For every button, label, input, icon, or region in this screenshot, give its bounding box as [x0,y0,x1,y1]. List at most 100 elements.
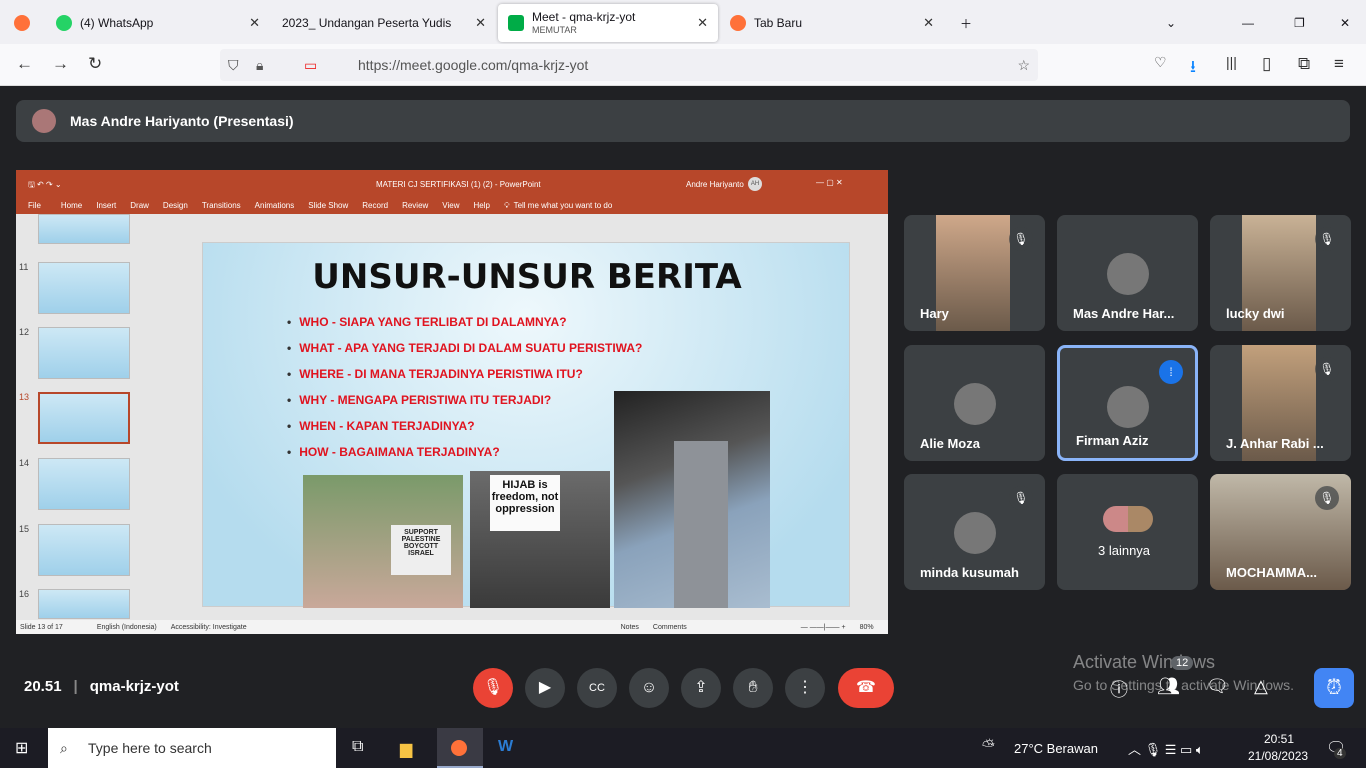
file-explorer-icon[interactable]: ▆ [400,739,412,759]
photo-tower [614,391,770,608]
lock-icon[interactable]: 🔒︎ [256,49,263,81]
ppt-user: Andre Hariyanto [686,180,744,189]
ppt-title-bar: 🖫 ↶ ↷ ⌄ MATERI CJ SERTIFIKASI (1) (2) - … [16,170,888,198]
thumb-number: 16 [19,589,30,599]
download-icon[interactable]: ⭳ [1190,54,1196,83]
close-icon[interactable]: ✕ [249,15,260,31]
tab-label: Meet - qma-krjz-yot [532,9,636,24]
word-icon[interactable]: W [498,738,513,756]
ribbon-tab: Draw [130,201,149,210]
speaking-icon: ⁞ [1159,360,1183,384]
accessibility: Accessibility: Investigate [170,623,247,631]
zoom-slider: — ——|—— + [800,623,846,631]
more-options-button[interactable]: ⋮ [785,668,825,708]
thumb-number: 14 [19,458,30,468]
people-icon[interactable]: 👥︎ [1157,676,1180,697]
reload-icon[interactable]: ↻ [88,54,102,74]
ribbon-tab: File [28,201,41,210]
raise-hand-button[interactable]: ✋︎ [733,668,773,708]
slide-thumb [38,589,130,619]
captions-button[interactable]: CC [577,668,617,708]
search-placeholder: Type here to search [88,740,212,756]
close-icon[interactable]: ✕ [697,15,708,31]
presenter-name: Mas Andre Hariyanto (Presentasi) [70,113,294,129]
tab-baru[interactable]: Tab Baru ✕ [720,4,944,42]
chat-icon[interactable]: 🗨︎ [1206,676,1229,697]
shield-icon[interactable]: ⛉ [228,49,239,81]
bookmark-star-icon[interactable]: ☆ [1017,49,1030,81]
tab-label: Tab Baru [754,16,803,30]
ribbon-tab: Review [402,201,429,210]
participant-tile[interactable]: minda kusumah 🎙︎ [904,474,1045,590]
slide-thumb [38,327,130,379]
participant-tile[interactable]: MOCHAMMA... 🎙︎ [1210,474,1351,590]
task-view-icon[interactable]: ⧉ [352,738,363,756]
ppt-title: MATERI CJ SERTIFIKASI (1) (2) - PowerPoi… [376,180,541,189]
slide-thumb [38,262,130,314]
participant-tile[interactable]: Alie Moza [904,345,1045,461]
back-icon[interactable]: ← [16,54,33,74]
participant-name: MOCHAMMA... [1226,565,1317,580]
url-bar[interactable]: https://meet.google.com/qma-krjz-yot ⛉ 🔒… [220,49,1038,81]
pocket-icon[interactable]: ♡ [1154,54,1167,71]
tab-undangan[interactable]: 2023_ Undangan Peserta Yudisium ✕ [272,4,496,42]
tray-icons[interactable]: ︿ 🎙︎ ☰ ▭ 🔈︎ [1128,739,1204,758]
participant-tile[interactable]: Hary 🎙︎ [904,215,1045,331]
browser-tab-bar: (4) WhatsApp ✕ 2023_ Undangan Peserta Yud… [0,0,1366,44]
ribbon-tab: View [442,201,460,210]
windows-start-icon[interactable]: ⊞ [15,738,28,758]
avatar [1106,386,1149,428]
participant-tile[interactable]: lucky dwi 🎙︎ [1210,215,1351,331]
bullet: WHEN - KAPAN TERJADINYA? [287,419,474,433]
meeting-time: 20.51 [24,678,62,695]
people-count-badge: 12 [1171,656,1194,670]
participant-tile[interactable]: Firman Aziz ⁞ [1057,345,1198,461]
info-icon[interactable]: ⓘ [1110,676,1128,702]
close-icon[interactable]: ✕ [923,15,934,31]
tab-whatsapp[interactable]: (4) WhatsApp ✕ [46,4,270,42]
thumb-number: 13 [19,392,30,402]
mic-off-icon: 🎙︎ [1315,357,1339,381]
mic-off-button[interactable]: 🎙︎ [473,668,513,708]
close-window-button[interactable]: ✕ [1330,4,1360,42]
sidebar-icon[interactable]: ▯ [1262,54,1271,74]
protest-sign: SUPPORT PALESTINE BOYCOTT ISRAEL [391,525,451,575]
slide-thumb [38,458,130,510]
alarm-clock-button[interactable]: ⏰︎ [1314,668,1354,708]
participant-name: lucky dwi [1226,306,1285,321]
participant-name: Firman Aziz [1076,433,1149,448]
bullet: WHY - MENGAPA PERISTIWA ITU TERJADI? [287,393,551,407]
activities-icon[interactable]: △ [1254,676,1268,697]
library-icon[interactable]: ||| [1226,54,1237,70]
camera-button[interactable]: ▶ [525,668,565,708]
present-button[interactable]: ⇪ [681,668,721,708]
end-call-button[interactable]: ☎︎ [838,668,894,708]
mic-off-icon: 🎙︎ [1009,227,1033,251]
participant-tile[interactable]: Mas Andre Har... [1057,215,1198,331]
forward-icon[interactable]: → [52,54,69,74]
firefox-menu[interactable] [4,4,42,42]
tab-meet[interactable]: Meet - qma-krjz-yot MEMUTAR ✕ [498,4,718,42]
taskbar: ⊞ ⌕ Type here to search ⧉ ▆ W ⛅︎ 27°C Ber… [0,728,1366,768]
emoji-button[interactable]: ☺ [629,668,669,708]
activate-windows-title: Activate Windows [1073,652,1216,672]
taskbar-search[interactable]: ⌕ Type here to search [48,728,336,768]
restore-button[interactable]: ❐ [1284,4,1315,42]
participant-name: minda kusumah [920,565,1019,580]
new-tab-button[interactable]: ＋ [950,4,982,42]
bullet: WHO - SIAPA YANG TERLIBAT DI DALAMNYA? [287,315,566,329]
participant-tile[interactable]: 3 lainnya [1057,474,1198,590]
minimize-button[interactable]: — [1232,4,1264,42]
tab-list-icon[interactable]: ⌄ [1156,4,1186,42]
tower [674,441,728,608]
close-icon[interactable]: ✕ [475,15,486,31]
whatsapp-icon [56,15,72,31]
notes-button: Notes [620,623,639,631]
participant-tile[interactable]: J. Anhar Rabi ... 🎙︎ [1210,345,1351,461]
camera-sharing-icon[interactable]: ▭ [304,49,317,81]
extensions-icon[interactable]: ⧉ [1298,54,1310,74]
clock-time: 20:51 [1264,732,1295,746]
menu-icon[interactable]: ≡ [1334,54,1344,74]
firefox-taskbar[interactable] [437,728,483,768]
slide-thumb [38,214,130,244]
